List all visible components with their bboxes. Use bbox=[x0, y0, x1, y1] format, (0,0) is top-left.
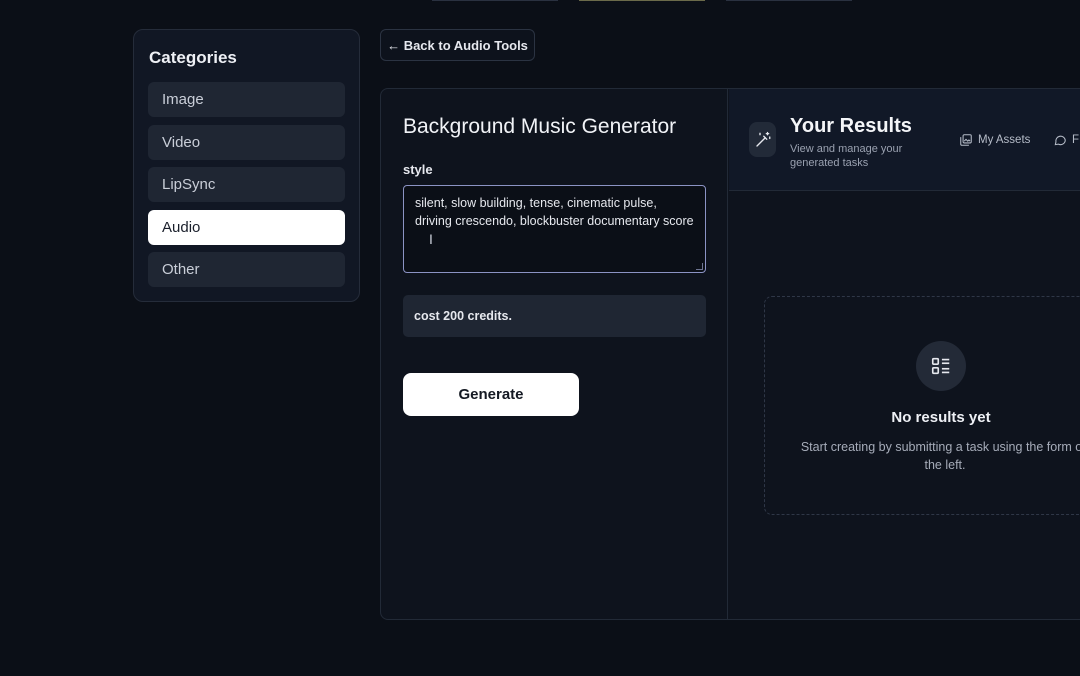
category-item-other[interactable]: Other bbox=[148, 252, 345, 287]
empty-results-box: No results yet Start creating by submitt… bbox=[764, 296, 1080, 515]
back-to-audio-tools-button[interactable]: ← Back to Audio Tools bbox=[380, 29, 535, 61]
chat-bubble-icon bbox=[1054, 135, 1066, 146]
results-panel: Your Results View and manage your genera… bbox=[729, 89, 1080, 619]
top-nav-tab[interactable] bbox=[726, 0, 852, 1]
feedback-link[interactable]: F bbox=[1053, 133, 1079, 147]
feedback-label: F bbox=[1072, 134, 1080, 146]
text-cursor-icon: I bbox=[429, 231, 433, 247]
style-label: style bbox=[403, 162, 433, 177]
categories-sidebar: Categories Image Video LipSync Audio Oth… bbox=[133, 29, 360, 302]
magic-wand-icon bbox=[749, 122, 776, 157]
form-title: Background Music Generator bbox=[403, 115, 677, 138]
sidebar-title: Categories bbox=[149, 48, 237, 67]
category-item-audio[interactable]: Audio bbox=[148, 209, 345, 245]
image-stack-icon bbox=[960, 134, 972, 146]
empty-title: No results yet bbox=[891, 409, 991, 426]
results-subtitle: View and manage your generated tasks bbox=[790, 143, 903, 169]
style-textarea-value: silent, slow building, tense, cinematic … bbox=[415, 196, 694, 228]
my-assets-label: My Assets bbox=[978, 134, 1031, 146]
results-header: Your Results View and manage your genera… bbox=[729, 89, 1080, 191]
cost-info: cost 200 credits. bbox=[403, 295, 706, 337]
generate-button[interactable]: Generate bbox=[403, 373, 579, 416]
resize-grip-icon[interactable] bbox=[696, 263, 703, 270]
list-icon bbox=[916, 341, 966, 391]
top-nav-tab[interactable] bbox=[432, 0, 558, 1]
category-item-image[interactable]: Image bbox=[148, 82, 345, 117]
generator-form: Background Music Generator style silent,… bbox=[381, 89, 728, 619]
category-item-lipsync[interactable]: LipSync bbox=[148, 167, 345, 202]
results-title: Your Results bbox=[790, 115, 912, 137]
top-nav-remnant bbox=[0, 0, 1080, 2]
my-assets-link[interactable]: My Assets bbox=[959, 133, 1030, 147]
style-textarea[interactable]: silent, slow building, tense, cinematic … bbox=[403, 185, 706, 273]
top-nav-tab-active[interactable] bbox=[579, 0, 705, 1]
category-item-video[interactable]: Video bbox=[148, 124, 345, 160]
empty-description: Start creating by submitting a task usin… bbox=[800, 440, 1080, 472]
main-panel: Background Music Generator style silent,… bbox=[380, 88, 1080, 620]
